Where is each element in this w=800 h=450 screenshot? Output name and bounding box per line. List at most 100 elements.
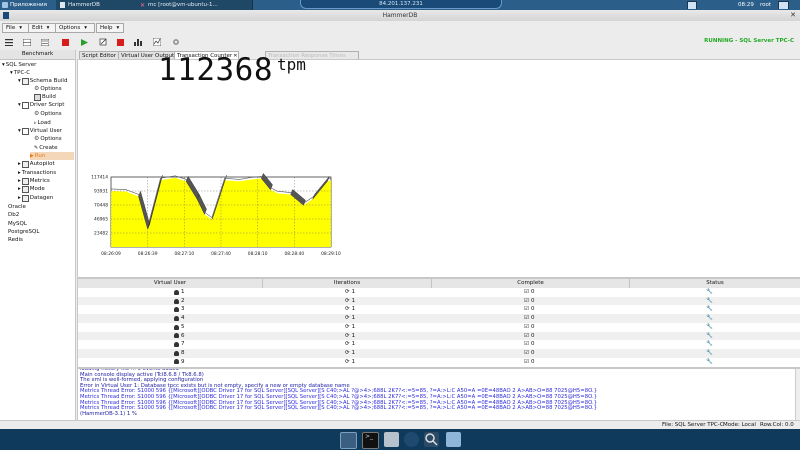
menu-options[interactable]: Options ▾ bbox=[55, 23, 95, 33]
files-icon[interactable] bbox=[384, 432, 399, 447]
edit-icon[interactable] bbox=[98, 37, 108, 47]
refresh-icon: ⟳ bbox=[345, 289, 350, 295]
tree-node-driver-options[interactable]: ⚙ Options bbox=[34, 110, 62, 118]
grid-list-icon[interactable] bbox=[22, 37, 32, 47]
x-tick-label: 08:27:10 bbox=[174, 251, 194, 257]
tree-node-db2[interactable]: Db2 bbox=[8, 211, 19, 219]
table-row[interactable]: 7 ⟳ 1 ☑ 0 🔧 bbox=[78, 340, 800, 349]
wrench-icon: 🔧 bbox=[706, 349, 713, 356]
gear-icon: ⚙ bbox=[34, 135, 40, 142]
applications-menu[interactable]: Приложения bbox=[2, 1, 47, 9]
checkbox-icon: ☑ bbox=[524, 341, 529, 348]
user-icon bbox=[174, 315, 179, 321]
gear-icon[interactable] bbox=[171, 37, 181, 47]
folder-icon[interactable] bbox=[446, 432, 461, 447]
tree-node-vu-options[interactable]: ⚙ Options bbox=[34, 135, 62, 143]
table-row[interactable]: 4 ⟳ 1 ☑ 0 🔧 bbox=[78, 314, 800, 323]
stop-icon-2[interactable] bbox=[115, 37, 125, 47]
table-row[interactable]: 6 ⟳ 1 ☑ 0 🔧 bbox=[78, 331, 800, 341]
load-icon: ▹ bbox=[34, 120, 37, 126]
status-cell: 🔧 bbox=[706, 297, 726, 306]
window-switch-icon[interactable] bbox=[687, 1, 697, 9]
column-header-status[interactable]: Status bbox=[630, 279, 800, 288]
bar-chart-icon[interactable] bbox=[133, 37, 143, 47]
taskbar-item-label: mc [root@vm-ubuntu-1... bbox=[148, 2, 218, 8]
taskbar-item-hammerdb[interactable]: HammerDB bbox=[56, 0, 139, 10]
expander-icon: ▸ bbox=[18, 186, 21, 192]
stop-icon[interactable] bbox=[60, 37, 70, 47]
tree-node-schema-options[interactable]: ⚙ Options bbox=[34, 85, 62, 93]
tpm-counter: 112368 tpm bbox=[158, 54, 306, 86]
tree-node-schema-build[interactable]: ▾ Schema Build bbox=[18, 77, 67, 85]
tree-node-label: MySQL bbox=[8, 221, 27, 227]
status-cell: 🔧 bbox=[706, 358, 726, 367]
console-output[interactable]: loading history file ... 5 events added M… bbox=[77, 368, 800, 422]
tree-node-virtual-user[interactable]: ▾ Virtual User bbox=[18, 127, 62, 135]
tree-node-mode[interactable]: ▸ Mode bbox=[18, 185, 45, 193]
table-row[interactable]: 8 ⟳ 1 ☑ 0 🔧 bbox=[78, 348, 800, 358]
terminal-icon[interactable]: >_ bbox=[362, 432, 379, 449]
tree-node-postgresql[interactable]: PostgreSQL bbox=[8, 228, 39, 236]
tree-node-oracle[interactable]: Oracle bbox=[8, 203, 26, 211]
tree-node-datagen[interactable]: ▸ Datagen bbox=[18, 194, 53, 202]
refresh-icon: ⟳ bbox=[345, 323, 350, 330]
menu-label: Edit bbox=[32, 25, 43, 31]
play-icon[interactable] bbox=[79, 37, 89, 47]
taskbar-item-terminal[interactable]: ✕ mc [root@vm-ubuntu-1... bbox=[136, 0, 253, 10]
chart-icon[interactable] bbox=[152, 37, 162, 47]
expander-icon: ▾ bbox=[18, 102, 21, 108]
column-header-complete[interactable]: Complete bbox=[432, 279, 630, 288]
tree-node-load[interactable]: ▹ Load bbox=[34, 119, 51, 127]
expander-icon: ▸ bbox=[18, 161, 21, 167]
tree-node-mysql[interactable]: MySQL bbox=[8, 220, 27, 228]
table-row[interactable]: 3 ⟳ 1 ☑ 0 🔧 bbox=[78, 305, 800, 315]
tree-node-tpcc[interactable]: ▾ TPC-C bbox=[10, 69, 30, 77]
table-row[interactable]: 9 ⟳ 1 ☑ 0 🔧 bbox=[78, 357, 800, 367]
chevron-down-icon: ▾ bbox=[84, 25, 87, 31]
table-row[interactable]: 2 ⟳ 1 ☑ 0 🔧 bbox=[78, 296, 800, 306]
hamburger-icon[interactable] bbox=[4, 37, 14, 47]
gear-icon: ⚙ bbox=[34, 110, 40, 117]
close-icon[interactable]: ✕ bbox=[790, 10, 796, 21]
wrench-icon: 🔧 bbox=[706, 289, 713, 295]
complete-value: 0 bbox=[530, 306, 535, 313]
table-row[interactable]: 5 ⟳ 1 ☑ 0 🔧 bbox=[78, 322, 800, 332]
complete-value: 0 bbox=[530, 358, 535, 365]
tree-node-transactions[interactable]: ▸ Transactions bbox=[18, 169, 56, 177]
tpm-value: 112368 bbox=[158, 52, 273, 88]
tree-node-autopilot[interactable]: ▸ Autopilot bbox=[18, 160, 55, 168]
column-header-virtual-user[interactable]: Virtual User bbox=[78, 279, 263, 288]
menu-help[interactable]: Help ▾ bbox=[96, 23, 124, 33]
create-icon: ✎ bbox=[34, 145, 39, 151]
x-tick-label: 08:29:10 bbox=[321, 251, 341, 257]
console-scrollbar[interactable] bbox=[795, 369, 800, 421]
tree-node-build[interactable]: Build bbox=[34, 93, 56, 101]
tree-node-metrics[interactable]: ▸ Metrics bbox=[18, 177, 50, 185]
complete-value: 0 bbox=[530, 289, 535, 295]
menu-edit[interactable]: Edit ▾ bbox=[28, 23, 56, 33]
expander-icon: ▸ bbox=[18, 195, 21, 201]
complete-value: 0 bbox=[530, 332, 535, 339]
complete-cell: ☑ 0 bbox=[524, 349, 604, 358]
wrench-icon: 🔧 bbox=[706, 306, 713, 313]
menu-file[interactable]: File ▾ bbox=[2, 23, 30, 33]
session-icon[interactable] bbox=[778, 1, 789, 9]
expander-icon: ▾ bbox=[18, 78, 21, 84]
tree-node-create[interactable]: ✎ Create bbox=[34, 144, 57, 152]
tree-node-redis[interactable]: Redis bbox=[8, 236, 23, 244]
tree-node-sql-server[interactable]: ▾ SQL Server bbox=[2, 61, 36, 69]
wrench-icon: 🔧 bbox=[706, 332, 713, 339]
table-row[interactable]: 1 ⟳ 1 ☑ 0 🔧 bbox=[78, 288, 800, 297]
list-icon[interactable] bbox=[40, 37, 50, 47]
tree-node-run[interactable]: ▶ Run bbox=[30, 152, 74, 160]
browser-icon[interactable] bbox=[404, 432, 419, 447]
desktop-icon[interactable] bbox=[340, 432, 357, 449]
datagen-icon bbox=[21, 194, 29, 202]
tree-node-label: Transactions bbox=[21, 170, 57, 176]
virtual-user-table: Virtual User Iterations Complete Status … bbox=[77, 278, 800, 368]
checkbox-icon: ☑ bbox=[524, 358, 529, 365]
search-icon[interactable] bbox=[424, 432, 439, 447]
iterations-cell: ⟳ 1 bbox=[345, 297, 425, 306]
tree-node-driver-script[interactable]: ▾ Driver Script bbox=[18, 101, 64, 109]
column-header-iterations[interactable]: Iterations bbox=[263, 279, 432, 288]
